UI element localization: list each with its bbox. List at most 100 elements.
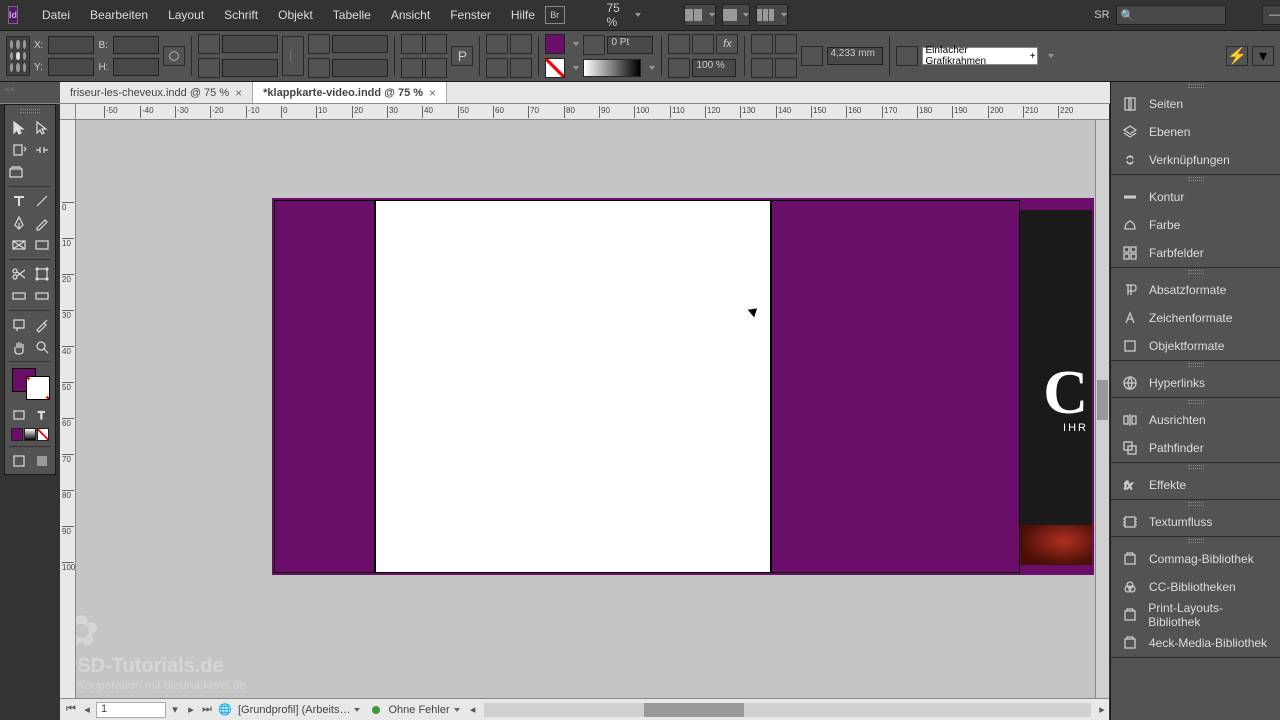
formatting-container-icon[interactable] [7, 404, 30, 426]
scale-x-field[interactable] [222, 35, 278, 53]
flip-v-icon[interactable] [425, 58, 447, 78]
page-first-button[interactable]: ⏮ [64, 703, 78, 716]
preflight-profile-dropdown[interactable]: [Grundprofil] (Arbeits… [232, 704, 366, 716]
note-tool[interactable] [7, 314, 30, 336]
select-prev-icon[interactable] [486, 34, 508, 54]
tint-slider[interactable] [583, 59, 641, 77]
panel-ebenen[interactable]: Ebenen [1111, 118, 1280, 146]
frame-fitting-icon[interactable] [896, 46, 918, 66]
panel-grip[interactable] [1111, 398, 1280, 406]
menu-fenster[interactable]: Fenster [440, 2, 501, 28]
minimize-button[interactable]: — [1262, 5, 1280, 25]
panel-grip[interactable] [1111, 537, 1280, 545]
y-field[interactable] [48, 58, 94, 76]
toolbox-grip[interactable] [7, 107, 53, 115]
panel-objektformate[interactable]: Objektformate [1111, 332, 1280, 360]
object-style-dropdown[interactable]: Einfacher Grafikrahmen+ [922, 47, 1038, 65]
page-tool[interactable] [7, 139, 30, 161]
panel-grip[interactable] [1111, 82, 1280, 90]
page-panel-center[interactable] [375, 200, 771, 573]
gap-tool[interactable] [30, 139, 53, 161]
rotate-field[interactable] [332, 35, 388, 53]
tab-doc1[interactable]: friseur-les-cheveux.indd @ 75 %× [60, 82, 253, 103]
panel-grip[interactable] [1111, 268, 1280, 276]
corner-radius-field[interactable]: 4,233 mm [827, 47, 883, 65]
view-options-dropdown[interactable] [684, 4, 716, 26]
page-next-button[interactable]: ▸ [184, 703, 198, 716]
panel-grip[interactable] [1111, 361, 1280, 369]
panel-farbfelder[interactable]: Farbfelder [1111, 239, 1280, 267]
zoom-level[interactable]: 75 % [607, 1, 642, 29]
scale-x-icon[interactable] [198, 34, 220, 54]
panel-hyperlinks[interactable]: Hyperlinks [1111, 369, 1280, 397]
gradient-swatch-tool[interactable] [7, 285, 30, 307]
select-content-icon[interactable] [486, 58, 508, 78]
menu-layout[interactable]: Layout [158, 2, 214, 28]
panel-kontur[interactable]: Kontur [1111, 183, 1280, 211]
panel-textumfluss[interactable]: Textumfluss [1111, 508, 1280, 536]
corner-options-icon[interactable] [801, 46, 823, 66]
eyedropper-tool[interactable] [30, 314, 53, 336]
opacity-field[interactable]: 100 % [692, 59, 736, 77]
shear-icon[interactable] [308, 58, 330, 78]
panel-grip[interactable] [1111, 463, 1280, 471]
page-number-field[interactable]: 1 [96, 702, 166, 718]
vertical-ruler[interactable]: 0102030405060708090100 [60, 120, 76, 698]
panel-cc-bibliotheken[interactable]: CC-Bibliotheken [1111, 573, 1280, 601]
horizontal-scrollbar[interactable] [484, 703, 1091, 717]
line-tool[interactable] [30, 190, 53, 212]
select-container-icon[interactable]: P [451, 46, 473, 66]
quick-apply-icon[interactable]: ⚡ [1226, 46, 1248, 66]
panel-absatzformate[interactable]: Absatzformate [1111, 276, 1280, 304]
canvas[interactable]: C IHR ✿ PSD-Tutorials.de in Kooperation … [76, 120, 1109, 698]
menu-hilfe[interactable]: Hilfe [501, 2, 545, 28]
wrap-jump-icon[interactable] [775, 58, 797, 78]
rotate-icon[interactable] [308, 34, 330, 54]
scale-y-icon[interactable] [198, 58, 220, 78]
select-next-icon[interactable] [510, 34, 532, 54]
hand-tool[interactable] [7, 336, 30, 358]
panel-commag-bibliothek[interactable]: Commag-Bibliothek [1111, 545, 1280, 573]
menu-objekt[interactable]: Objekt [268, 2, 323, 28]
wrap-bbox-icon[interactable] [775, 34, 797, 54]
constrain-proportions-icon[interactable] [163, 46, 185, 66]
fill-swatch[interactable] [545, 34, 565, 54]
gradient-feather-tool[interactable] [30, 285, 53, 307]
stroke-swatch[interactable] [545, 58, 565, 78]
preflight-status[interactable]: Ohne Fehler [366, 704, 465, 716]
panel-seiten[interactable]: Seiten [1111, 90, 1280, 118]
reference-point-proxy[interactable] [6, 36, 30, 76]
type-tool[interactable] [7, 190, 30, 212]
vertical-scrollbar[interactable] [1095, 120, 1109, 698]
menu-datei[interactable]: Datei [32, 2, 80, 28]
rectangle-tool[interactable] [30, 234, 53, 256]
hscroll-right-button[interactable]: ▸ [1095, 703, 1109, 716]
page-last-button[interactable]: ⏭ [200, 703, 214, 716]
screen-mode-dropdown[interactable] [722, 4, 750, 26]
page-prev-button[interactable]: ◂ [80, 703, 94, 716]
panel-pathfinder[interactable]: Pathfinder [1111, 434, 1280, 462]
pen-tool[interactable] [7, 212, 30, 234]
direct-selection-tool[interactable] [30, 117, 53, 139]
close-tab-icon[interactable]: × [235, 86, 242, 100]
rectangle-frame-tool[interactable] [7, 234, 30, 256]
apply-none-icon[interactable] [37, 428, 49, 441]
help-search-input[interactable]: 🔍 [1116, 5, 1226, 25]
panel-grip[interactable] [1111, 500, 1280, 508]
scissors-tool[interactable] [7, 263, 30, 285]
page-dd-icon[interactable]: ▾ [168, 703, 182, 716]
page-panel-right[interactable] [771, 200, 1020, 573]
ruler-origin[interactable] [60, 104, 76, 120]
wrap-shape-icon[interactable] [751, 58, 773, 78]
h-field[interactable] [113, 58, 159, 76]
bridge-icon[interactable]: Br [545, 6, 565, 24]
effects-btn2[interactable] [692, 34, 714, 54]
apply-gradient-icon[interactable] [24, 428, 36, 441]
panel-farbe[interactable]: Farbe [1111, 211, 1280, 239]
select-parent-icon[interactable] [510, 58, 532, 78]
stroke-color-swatch[interactable] [26, 376, 50, 400]
selection-tool[interactable] [7, 117, 30, 139]
rotate-cw-icon[interactable] [401, 34, 423, 54]
close-tab-icon[interactable]: × [429, 86, 436, 100]
arrange-documents-dropdown[interactable] [756, 4, 788, 26]
